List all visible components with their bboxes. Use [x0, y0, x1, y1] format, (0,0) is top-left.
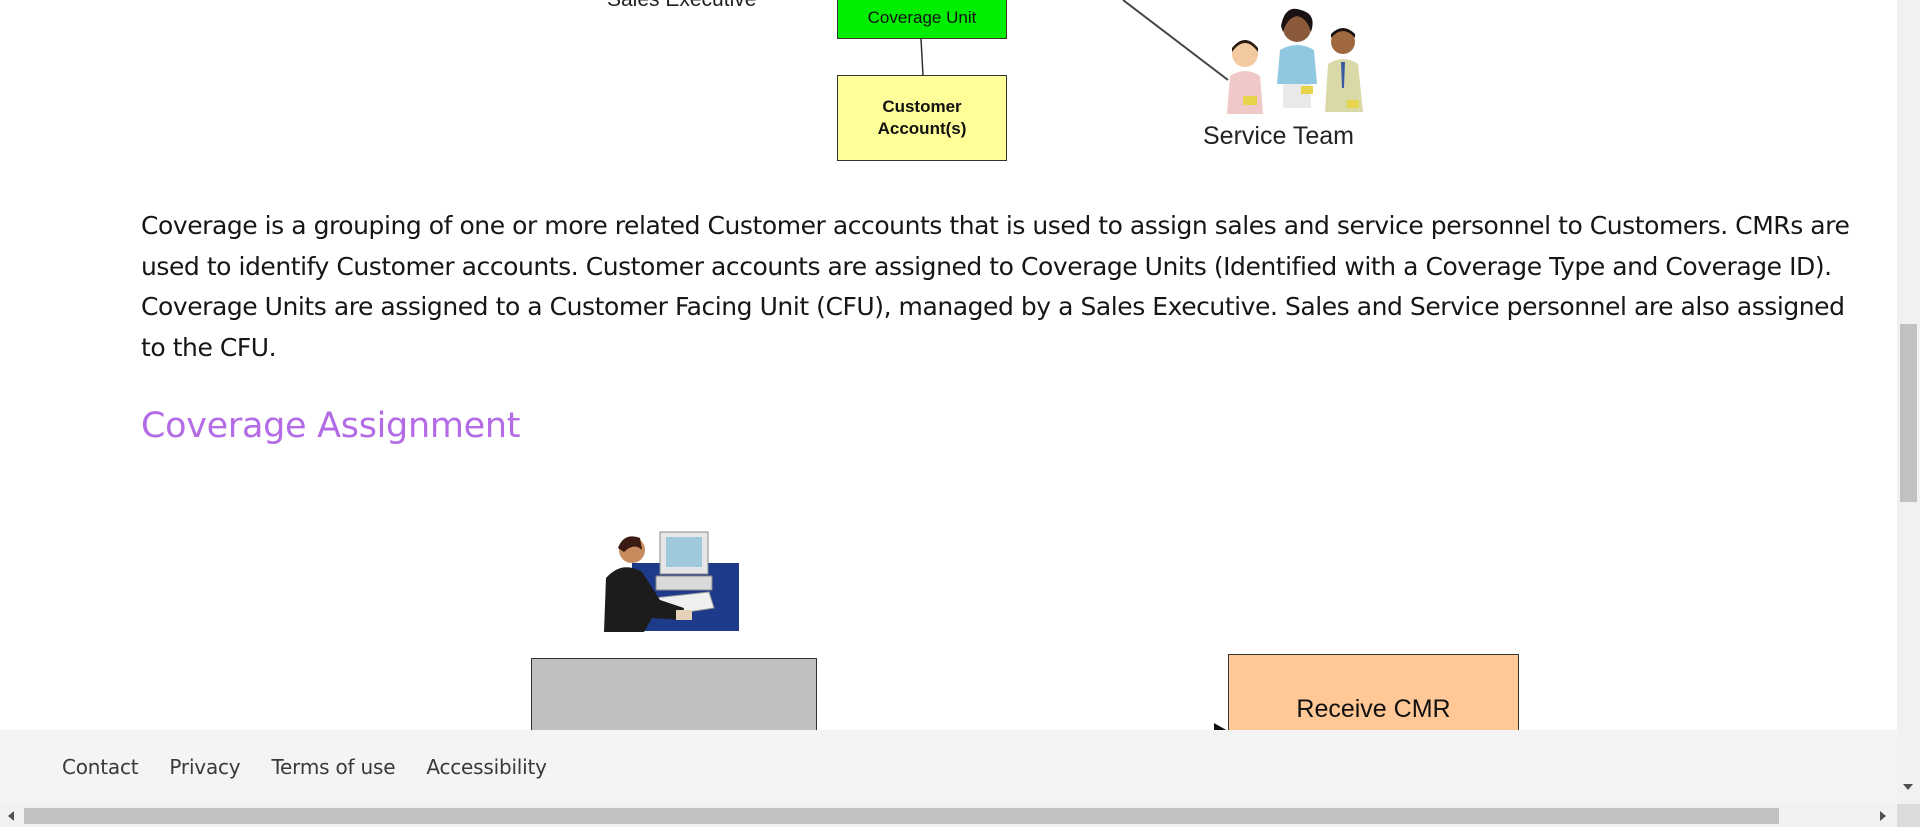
coverage-unit-label: Coverage Unit — [867, 7, 977, 27]
vertical-scroll-thumb[interactable] — [1900, 324, 1917, 502]
process-box-grey — [531, 658, 817, 738]
horizontal-scrollbar[interactable] — [0, 804, 1897, 827]
computer-user-icon — [604, 531, 739, 632]
page-content: Sales Executive Coverage Unit Customer A… — [0, 0, 1897, 804]
section-heading-coverage-assignment: Coverage Assignment — [141, 406, 521, 446]
footer: Contact Privacy Terms of use Accessibili… — [0, 730, 1897, 804]
receive-cmr-label: Receive CMR — [1296, 695, 1451, 723]
scroll-right-arrow-icon[interactable] — [1880, 811, 1886, 821]
coverage-unit-box: Coverage Unit — [837, 0, 1007, 39]
footer-link-privacy[interactable]: Privacy — [169, 755, 240, 779]
customer-accounts-box: Customer Account(s) — [837, 75, 1007, 161]
footer-link-contact[interactable]: Contact — [62, 755, 139, 779]
scroll-down-arrow-icon[interactable] — [1903, 784, 1913, 790]
vertical-scrollbar[interactable] — [1897, 0, 1920, 804]
coverage-diagram: Sales Executive Coverage Unit Customer A… — [0, 0, 1897, 165]
service-team-label: Service Team — [1203, 122, 1354, 150]
horizontal-scroll-thumb[interactable] — [24, 808, 1779, 824]
customer-accounts-label: Customer Account(s) — [877, 97, 967, 138]
sales-executive-label: Sales Executive — [607, 0, 756, 12]
coverage-description: Coverage is a grouping of one or more re… — [141, 211, 1850, 362]
service-team-people-icon — [1227, 8, 1363, 114]
scroll-left-arrow-icon[interactable] — [8, 811, 14, 821]
footer-link-terms-of-use[interactable]: Terms of use — [271, 755, 395, 779]
scrollbar-corner — [1897, 804, 1920, 827]
footer-link-accessibility[interactable]: Accessibility — [426, 755, 547, 779]
